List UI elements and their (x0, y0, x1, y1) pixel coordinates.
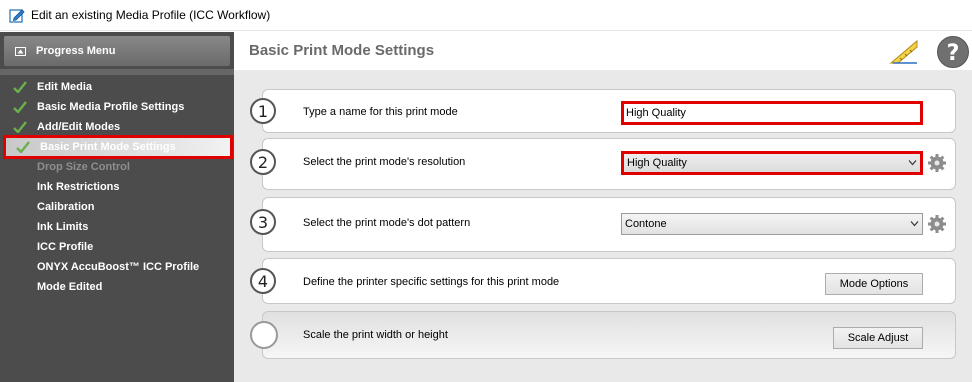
gear-icon[interactable] (927, 153, 947, 173)
sidebar-item-label: Basic Media Profile Settings (37, 101, 185, 113)
step-number-badge: 3 (250, 209, 276, 235)
step-label: Scale the print width or height (303, 329, 448, 341)
edit-pencil-icon (9, 9, 25, 23)
sidebar-item-label: ONYX AccuBoost™ ICC Profile (37, 261, 200, 273)
sidebar-item-label: Mode Edited (37, 281, 103, 293)
mode-options-button[interactable]: Mode Options (825, 273, 923, 295)
sidebar-item-basic-media-profile-settings[interactable]: Basic Media Profile Settings (0, 97, 234, 117)
sidebar-item-label: Basic Print Mode Settings (40, 141, 176, 153)
step-printer-settings: 4 Define the printer specific settings f… (250, 258, 956, 304)
sidebar-item-ink-restrictions[interactable]: Ink Restrictions (0, 177, 234, 197)
sidebar-item-label: Edit Media (37, 81, 93, 93)
resolution-select[interactable]: High Quality (621, 151, 923, 175)
sidebar-item-basic-print-mode-settings[interactable]: Basic Print Mode Settings (3, 135, 233, 159)
page-title: Basic Print Mode Settings (249, 42, 435, 59)
window-title: Edit an existing Media Profile (ICC Work… (31, 8, 271, 22)
sidebar-item-mode-edited[interactable]: Mode Edited (0, 277, 234, 297)
print-mode-name-input[interactable] (621, 101, 923, 125)
sidebar-item-icc-profile[interactable]: ICC Profile (0, 237, 234, 257)
chevron-down-icon (910, 221, 919, 227)
dot-pattern-select-value: Contone (625, 218, 667, 230)
sidebar-item-edit-media[interactable]: Edit Media (0, 77, 234, 97)
step-number-badge (250, 321, 278, 349)
help-icon[interactable]: ? (936, 35, 970, 69)
progress-menu-header[interactable]: Progress Menu (4, 36, 230, 66)
ruler-icon[interactable] (888, 37, 920, 65)
step-label: Select the print mode's dot pattern (303, 217, 471, 229)
step-print-mode-name: 1 Type a name for this print mode (250, 89, 956, 133)
progress-sidebar: Progress Menu Edit Media Basic Media Pro… (0, 32, 234, 382)
step-label: Define the printer specific settings for… (303, 276, 560, 288)
check-icon (13, 101, 27, 113)
sidebar-item-drop-size-control: Drop Size Control (0, 157, 234, 177)
sidebar-item-calibration[interactable]: Calibration (0, 197, 234, 217)
sidebar-item-label: ICC Profile (37, 241, 94, 253)
main-panel: Basic Print Mode Settings ? 1 Type a nam… (234, 32, 972, 382)
sidebar-item-ink-limits[interactable]: Ink Limits (0, 217, 234, 237)
check-icon (13, 81, 27, 93)
gear-icon[interactable] (927, 214, 947, 234)
step-scale-print: Scale the print width or height Scale Ad… (250, 311, 956, 359)
progress-menu-title: Progress Menu (36, 45, 116, 57)
check-icon (13, 121, 27, 133)
sidebar-item-label: Calibration (37, 201, 95, 213)
progress-menu-list: Edit Media Basic Media Profile Settings … (0, 77, 234, 297)
step-number-badge: 4 (250, 268, 276, 294)
step-number-badge: 2 (250, 149, 276, 175)
step-label: Select the print mode's resolution (303, 156, 466, 168)
step-dot-pattern: 3 Select the print mode's dot pattern Co… (250, 197, 956, 252)
sidebar-item-label: Ink Limits (37, 221, 89, 233)
check-icon (16, 141, 30, 153)
svg-text:?: ? (947, 41, 960, 66)
chevron-down-icon (908, 160, 917, 166)
dot-pattern-select[interactable]: Contone (621, 213, 923, 235)
sidebar-item-label: Drop Size Control (37, 161, 130, 173)
step-label: Type a name for this print mode (303, 106, 458, 118)
scale-adjust-button[interactable]: Scale Adjust (833, 327, 923, 349)
sidebar-item-label: Ink Restrictions (37, 181, 120, 193)
step-resolution: 2 Select the print mode's resolution Hig… (250, 138, 956, 190)
sidebar-item-add-edit-modes[interactable]: Add/Edit Modes (0, 117, 234, 137)
main-header: Basic Print Mode Settings ? (234, 32, 972, 70)
sidebar-divider (0, 69, 234, 75)
window-titlebar: Edit an existing Media Profile (ICC Work… (0, 0, 972, 31)
collapse-icon[interactable] (15, 46, 26, 56)
resolution-select-value: High Quality (627, 157, 687, 169)
sidebar-item-label: Add/Edit Modes (37, 121, 121, 133)
sidebar-item-accuboost-icc-profile[interactable]: ONYX AccuBoost™ ICC Profile (0, 257, 234, 277)
step-number-badge: 1 (250, 98, 276, 124)
